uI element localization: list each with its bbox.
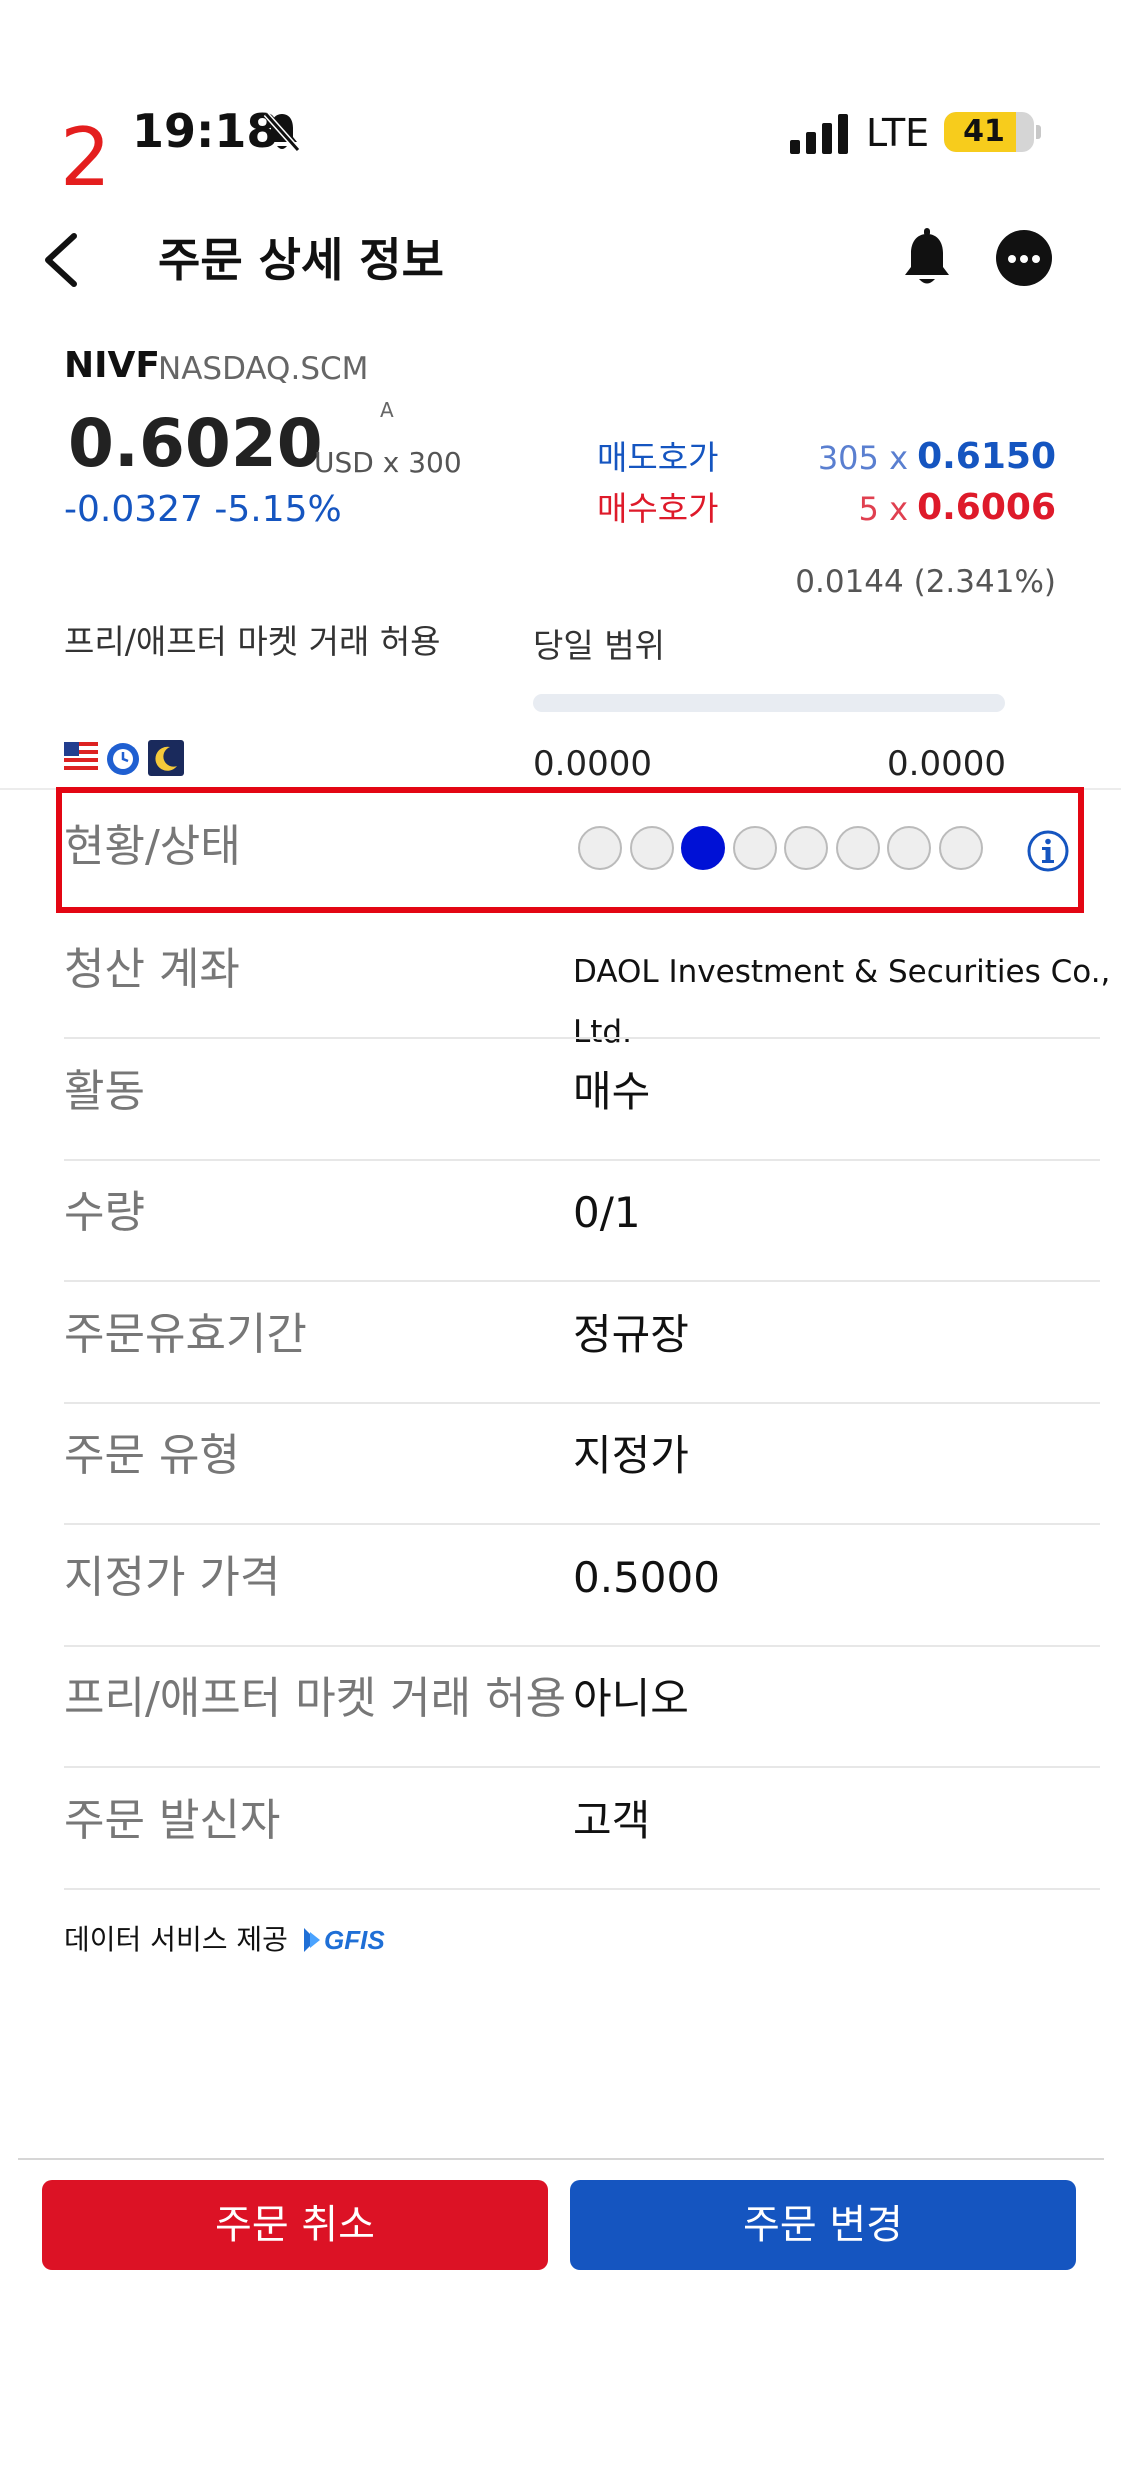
bell-muted-icon (263, 112, 301, 152)
detail-value: 지정가 (573, 1431, 689, 1480)
row-divider (64, 1887, 1100, 1890)
day-range-high: 0.0000 (887, 744, 1006, 784)
detail-label: 활동 (64, 1065, 145, 1117)
modify-order-button[interactable]: 주문 변경 (570, 2180, 1076, 2270)
gfis-logo-text: GFIS (324, 1925, 385, 1955)
row-divider (64, 1401, 1100, 1404)
detail-value: 정규장 (573, 1309, 689, 1359)
detail-value: 매수 (573, 1066, 651, 1116)
detail-value: 0.5000 (573, 1552, 720, 1602)
ask-price: 0.6150 (917, 436, 1056, 477)
detail-value: DAOL Investment & Securities Co., Ltd. (573, 954, 1111, 1050)
day-range-label: 당일 범위 (533, 626, 665, 665)
us-flag-icon (64, 742, 98, 772)
row-divider (64, 1644, 1100, 1647)
cancel-order-button[interactable]: 주문 취소 (42, 2180, 548, 2270)
range-difference: 0.0144 (2.341%) (795, 564, 1056, 600)
detail-label: 주문 유형 (64, 1430, 240, 1481)
divider (18, 2158, 1104, 2160)
battery-icon: 41 (944, 112, 1041, 152)
detail-value: 0/1 (573, 1188, 641, 1237)
stock-ticker: NIVF (64, 345, 160, 386)
detail-value: 고객 (573, 1795, 651, 1845)
day-range-low: 0.0000 (533, 744, 652, 784)
bid-price: 0.6006 (917, 487, 1056, 528)
status-highlight-box (56, 787, 1084, 913)
gfis-logo: GFIS (304, 1925, 385, 1955)
row-divider (64, 1766, 1100, 1768)
row-divider (64, 1158, 1100, 1161)
prepost-market-label: 프리/애프터 마켓 거래 허용 (64, 622, 441, 661)
network-type: LTE (866, 111, 930, 155)
day-range-bar (533, 694, 1005, 712)
step-number-annotation: 2 (60, 111, 111, 204)
detail-label: 수량 (64, 1187, 145, 1238)
last-price: 0.6020 (68, 405, 323, 482)
page-title: 주문 상세 정보 (158, 233, 444, 287)
row-divider (64, 1280, 1100, 1282)
signal-icon (790, 114, 848, 154)
battery-level: 41 (963, 114, 1005, 149)
row-divider (64, 1037, 1100, 1039)
price-superscript: A (380, 398, 394, 422)
currency-lot: USD x 300 (314, 446, 462, 479)
price-change: -0.0327 -5.15% (64, 489, 342, 530)
back-button[interactable] (38, 230, 88, 290)
detail-label: 프리/애프터 마켓 거래 허용 (64, 1673, 567, 1724)
bid-size: 5 x (858, 490, 908, 528)
detail-label: 주문 발신자 (64, 1794, 281, 1846)
detail-label: 지정가 가격 (64, 1551, 281, 1603)
bell-icon[interactable] (900, 226, 954, 290)
moon-icon (148, 740, 184, 776)
status-time: 19:18 (132, 104, 279, 158)
detail-value: 아니오 (573, 1674, 689, 1723)
more-options-icon[interactable] (996, 230, 1052, 286)
clock-icon (107, 743, 139, 775)
detail-label: 주문유효기간 (64, 1308, 307, 1360)
detail-label: 청산 계좌 (64, 944, 240, 995)
row-divider (64, 1523, 1100, 1525)
ask-size: 305 x (817, 439, 908, 477)
stock-exchange: NASDAQ.SCM (158, 351, 369, 387)
data-provider-credit: 데이터 서비스 제공 (64, 1923, 288, 1956)
